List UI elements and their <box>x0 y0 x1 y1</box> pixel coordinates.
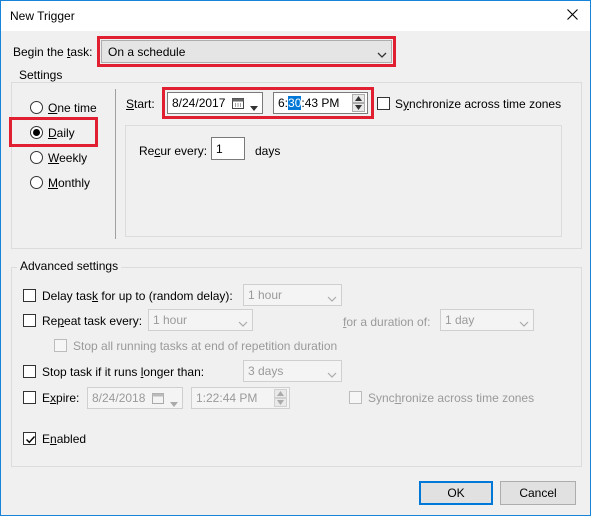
settings-separator <box>115 89 116 239</box>
recur-every-value: 1 <box>216 141 223 156</box>
stop-task-longer-label: Stop task if it runs longer than: <box>42 365 205 379</box>
delay-value: 1 hour <box>248 288 283 302</box>
expire-label: Expire: <box>42 391 80 405</box>
duration-label: for a duration of: <box>343 315 431 329</box>
expire-time-picker[interactable]: 1:22:44 PM <box>191 387 290 409</box>
spin-down-icon <box>277 400 284 405</box>
expire-time-value: 1:22:44 PM <box>196 391 258 405</box>
enabled-box[interactable] <box>23 432 36 445</box>
begin-task-label: Begin the task: <box>13 45 93 59</box>
expire-sync-box[interactable] <box>349 391 362 404</box>
checkmark-icon <box>26 436 36 444</box>
delay-task-box[interactable] <box>23 289 36 302</box>
chevron-down-icon <box>327 292 337 306</box>
radio-weekly[interactable] <box>30 151 43 164</box>
highlight-start <box>162 87 374 119</box>
delay-dropdown[interactable]: 1 hour <box>243 284 342 306</box>
new-trigger-dialog: New Trigger Begin the task: On a schedul… <box>0 0 591 516</box>
delay-task-label: Delay task for up to (random delay): <box>42 289 233 303</box>
start-label: Start: <box>126 97 155 111</box>
date-dropdown-icon <box>170 396 178 410</box>
sync-time-zones-box[interactable] <box>377 97 390 110</box>
repeat-interval-value: 1 hour <box>153 313 188 327</box>
radio-label-one-time: One time <box>48 101 97 115</box>
stop-running-tasks-box[interactable] <box>54 339 67 352</box>
stop-task-longer-box[interactable] <box>23 365 36 378</box>
radio-one-time[interactable] <box>30 101 43 114</box>
repeat-task-box[interactable] <box>23 314 36 327</box>
chevron-down-icon <box>238 317 248 331</box>
advanced-settings-title: Advanced settings <box>17 259 122 273</box>
stop-running-tasks-label: Stop all running tasks at end of repetit… <box>73 339 338 353</box>
cancel-button[interactable]: Cancel <box>500 481 576 505</box>
recur-panel <box>125 125 562 237</box>
radio-label-monthly: Monthly <box>48 176 91 190</box>
expire-box[interactable] <box>23 391 36 404</box>
recur-every-label: Recur every: <box>139 144 208 158</box>
settings-group-title: Settings <box>16 68 66 82</box>
chevron-down-icon <box>327 368 337 382</box>
duration-value: 1 day <box>445 313 475 327</box>
spin-up-icon <box>277 391 284 396</box>
repeat-interval-dropdown[interactable]: 1 hour <box>148 309 253 331</box>
radio-monthly[interactable] <box>30 176 43 189</box>
sync-time-zones-label: Synchronize across time zones <box>395 97 562 111</box>
ok-button-label: OK <box>447 486 465 500</box>
highlight-begin-task <box>97 36 396 67</box>
recur-every-input[interactable]: 1 <box>211 137 245 160</box>
duration-dropdown[interactable]: 1 day <box>440 309 534 331</box>
expire-spin-up-button[interactable] <box>274 389 287 398</box>
expire-spin-down-button[interactable] <box>274 398 287 407</box>
radio-label-weekly: Weekly <box>48 151 88 165</box>
expire-date-value: 8/24/2018 <box>92 391 146 405</box>
close-button[interactable] <box>554 1 590 31</box>
window-title: New Trigger <box>10 9 75 23</box>
expire-sync-label: Synchronize across time zones <box>368 391 535 405</box>
stop-longer-dropdown[interactable]: 3 days <box>243 360 342 382</box>
stop-longer-value: 3 days <box>248 364 284 378</box>
calendar-icon <box>152 392 164 407</box>
ok-button[interactable]: OK <box>419 481 493 505</box>
chevron-down-icon <box>519 317 529 331</box>
title-bar: New Trigger <box>1 1 590 31</box>
highlight-daily <box>9 117 98 147</box>
expire-date-picker[interactable]: 8/24/2018 <box>87 387 183 409</box>
enabled-label: Enabled <box>42 432 87 446</box>
recur-unit-label: days <box>255 144 281 158</box>
close-icon <box>566 9 578 23</box>
repeat-task-label: Repeat task every: <box>42 314 143 328</box>
cancel-button-label: Cancel <box>519 486 557 500</box>
